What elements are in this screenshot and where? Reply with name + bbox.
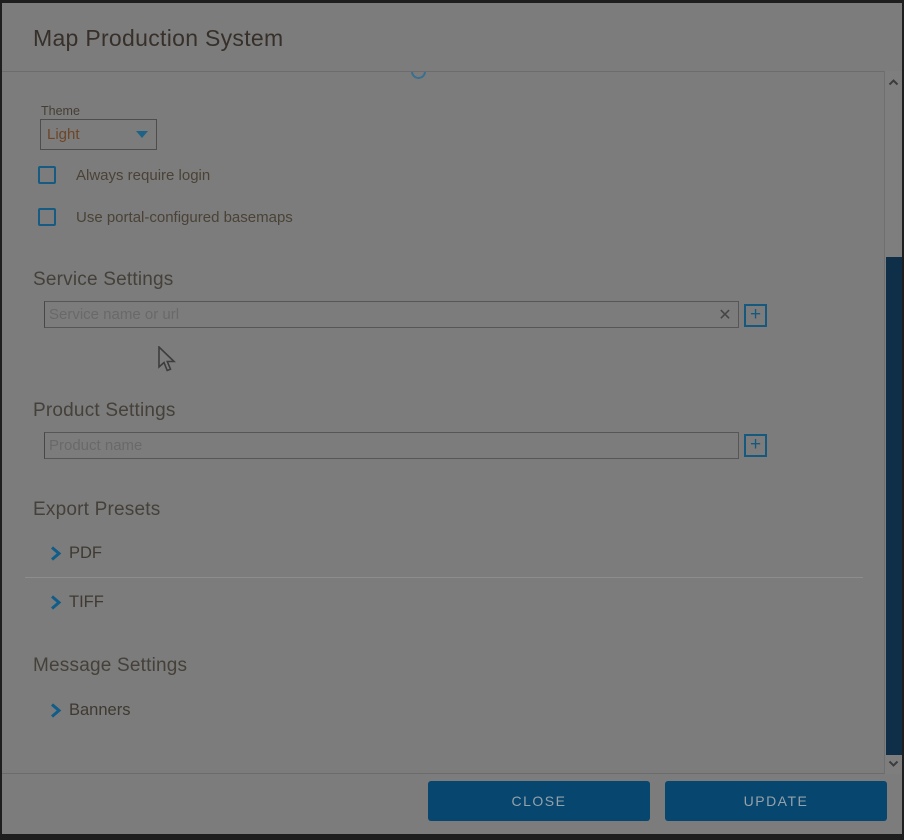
message-settings-heading: Message Settings	[33, 655, 187, 677]
portal-basemaps-row: Use portal-configured basemaps	[38, 208, 293, 226]
chevron-down-icon	[136, 131, 148, 138]
scroll-down-button[interactable]	[885, 754, 902, 772]
product-input-wrap	[44, 432, 739, 459]
chevron-right-icon	[49, 703, 62, 718]
theme-select[interactable]: Light	[40, 119, 157, 150]
tiff-label: TIFF	[69, 593, 104, 612]
scrollbar-thumb[interactable]	[886, 257, 902, 755]
chevron-right-icon	[49, 546, 62, 561]
service-settings-heading: Service Settings	[33, 269, 174, 291]
dialog-title: Map Production System	[33, 25, 283, 52]
add-service-button[interactable]: +	[744, 304, 767, 327]
product-name-input[interactable]	[45, 433, 738, 458]
always-require-login-row: Always require login	[38, 166, 210, 184]
dialog-surface: Map Production System Theme Light Always…	[2, 3, 902, 834]
service-name-input[interactable]	[45, 302, 712, 327]
banners-label: Banners	[69, 701, 130, 720]
theme-selected-value: Light	[47, 126, 136, 143]
pdf-expander[interactable]: PDF	[49, 544, 102, 563]
update-button[interactable]: UPDATE	[665, 781, 887, 821]
close-button[interactable]: CLOSE	[428, 781, 650, 821]
pdf-label: PDF	[69, 544, 102, 563]
always-require-login-label: Always require login	[76, 167, 210, 184]
add-product-button[interactable]: +	[744, 434, 767, 457]
clear-icon[interactable]: ✕	[712, 302, 738, 327]
portal-basemaps-label: Use portal-configured basemaps	[76, 209, 293, 226]
vertical-scrollbar[interactable]	[884, 71, 902, 774]
export-presets-heading: Export Presets	[33, 499, 160, 521]
chevron-right-icon	[49, 595, 62, 610]
header-divider	[2, 71, 902, 72]
portal-basemaps-checkbox[interactable]	[38, 208, 56, 226]
always-require-login-checkbox[interactable]	[38, 166, 56, 184]
scroll-up-button[interactable]	[885, 73, 902, 91]
preset-divider	[25, 577, 863, 578]
mouse-cursor-icon	[157, 346, 177, 373]
tiff-expander[interactable]: TIFF	[49, 593, 104, 612]
footer-divider	[2, 773, 902, 774]
dialog-window: Map Production System Theme Light Always…	[0, 0, 904, 840]
chevron-up-icon	[888, 79, 899, 86]
banners-expander[interactable]: Banners	[49, 701, 130, 720]
plus-icon: +	[750, 435, 761, 454]
theme-label: Theme	[41, 104, 80, 118]
plus-icon: +	[750, 305, 761, 324]
chevron-down-icon	[888, 760, 899, 767]
product-settings-heading: Product Settings	[33, 400, 176, 422]
service-input-wrap: ✕	[44, 301, 739, 328]
